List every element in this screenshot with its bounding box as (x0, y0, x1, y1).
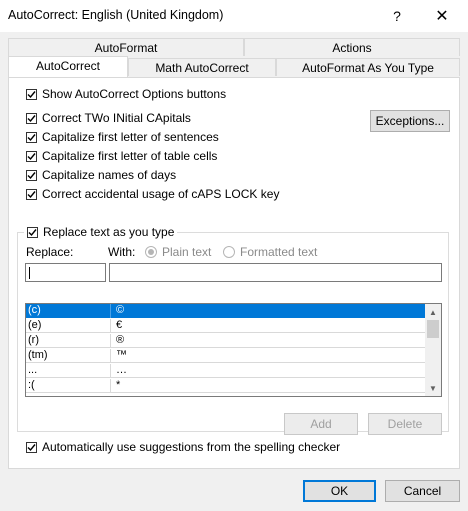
replace-label: Replace: (26, 245, 74, 259)
delete-button[interactable]: Delete (368, 413, 442, 435)
capitalize-sentences-option[interactable]: Capitalize first letter of sentences (26, 129, 219, 145)
radio-empty-icon (223, 246, 235, 258)
list-item[interactable]: :(* (26, 379, 425, 393)
capitalize-days-option[interactable]: Capitalize names of days (26, 167, 176, 183)
list-item[interactable]: (e) € (26, 319, 425, 333)
list-item[interactable]: ...… (26, 364, 425, 378)
checkbox[interactable] (26, 169, 37, 181)
autocorrect-entries-list[interactable]: (c) © (e) € (r) ® (tm) ™ ...… :(* ▲ ▼ (25, 303, 442, 397)
show-autocorrect-buttons-option[interactable]: Show AutoCorrect Options buttons (26, 86, 226, 102)
checkbox-label: Show AutoCorrect Options buttons (42, 87, 227, 101)
checkbox-label: Correct accidental usage of cAPS LOCK ke… (42, 187, 280, 201)
scroll-down-icon[interactable]: ▼ (425, 380, 441, 396)
correct-two-initial-capitals-option[interactable]: Correct TWo INitial CApitals (26, 110, 191, 126)
add-button[interactable]: Add (284, 413, 358, 435)
checkbox[interactable] (26, 150, 37, 162)
caps-lock-option[interactable]: Correct accidental usage of cAPS LOCK ke… (26, 186, 279, 202)
checkbox-label: Replace text as you type (43, 225, 175, 239)
checkbox[interactable] (26, 188, 37, 200)
checkbox[interactable] (26, 131, 37, 143)
with-label: With: (108, 245, 136, 259)
checkbox[interactable] (26, 112, 37, 124)
scroll-up-icon[interactable]: ▲ (425, 304, 441, 320)
checkbox[interactable] (27, 226, 38, 238)
with-input[interactable] (109, 263, 442, 282)
text-caret (29, 267, 30, 279)
checkbox[interactable] (26, 441, 37, 453)
checkbox-label: Capitalize names of days (42, 168, 177, 182)
radio-label: Formatted text (240, 245, 318, 259)
formatted-text-radio[interactable]: Formatted text (223, 245, 317, 259)
list-item[interactable]: (tm) ™ (26, 349, 425, 363)
spelling-suggestions-option[interactable]: Automatically use suggestions from the s… (26, 439, 340, 455)
list-item[interactable]: (r) ® (26, 334, 425, 348)
list-scrollbar[interactable]: ▲ ▼ (425, 304, 441, 396)
exceptions-button[interactable]: Exceptions... (370, 110, 450, 132)
radio-label: Plain text (162, 245, 212, 259)
radio-selected-icon (145, 246, 157, 258)
scroll-thumb[interactable] (427, 320, 439, 338)
replace-input[interactable] (25, 263, 106, 282)
list-item[interactable]: (c) © (26, 304, 425, 318)
checkbox-label: Correct TWo INitial CApitals (42, 111, 191, 125)
replace-as-you-type-option[interactable]: Replace text as you type (24, 224, 178, 240)
checkbox-label: Automatically use suggestions from the s… (42, 440, 341, 454)
checkbox[interactable] (26, 88, 37, 100)
checkbox-label: Capitalize first letter of table cells (42, 149, 218, 163)
plain-text-radio[interactable]: Plain text (145, 245, 211, 259)
checkbox-label: Capitalize first letter of sentences (42, 130, 219, 144)
capitalize-table-cells-option[interactable]: Capitalize first letter of table cells (26, 148, 217, 164)
